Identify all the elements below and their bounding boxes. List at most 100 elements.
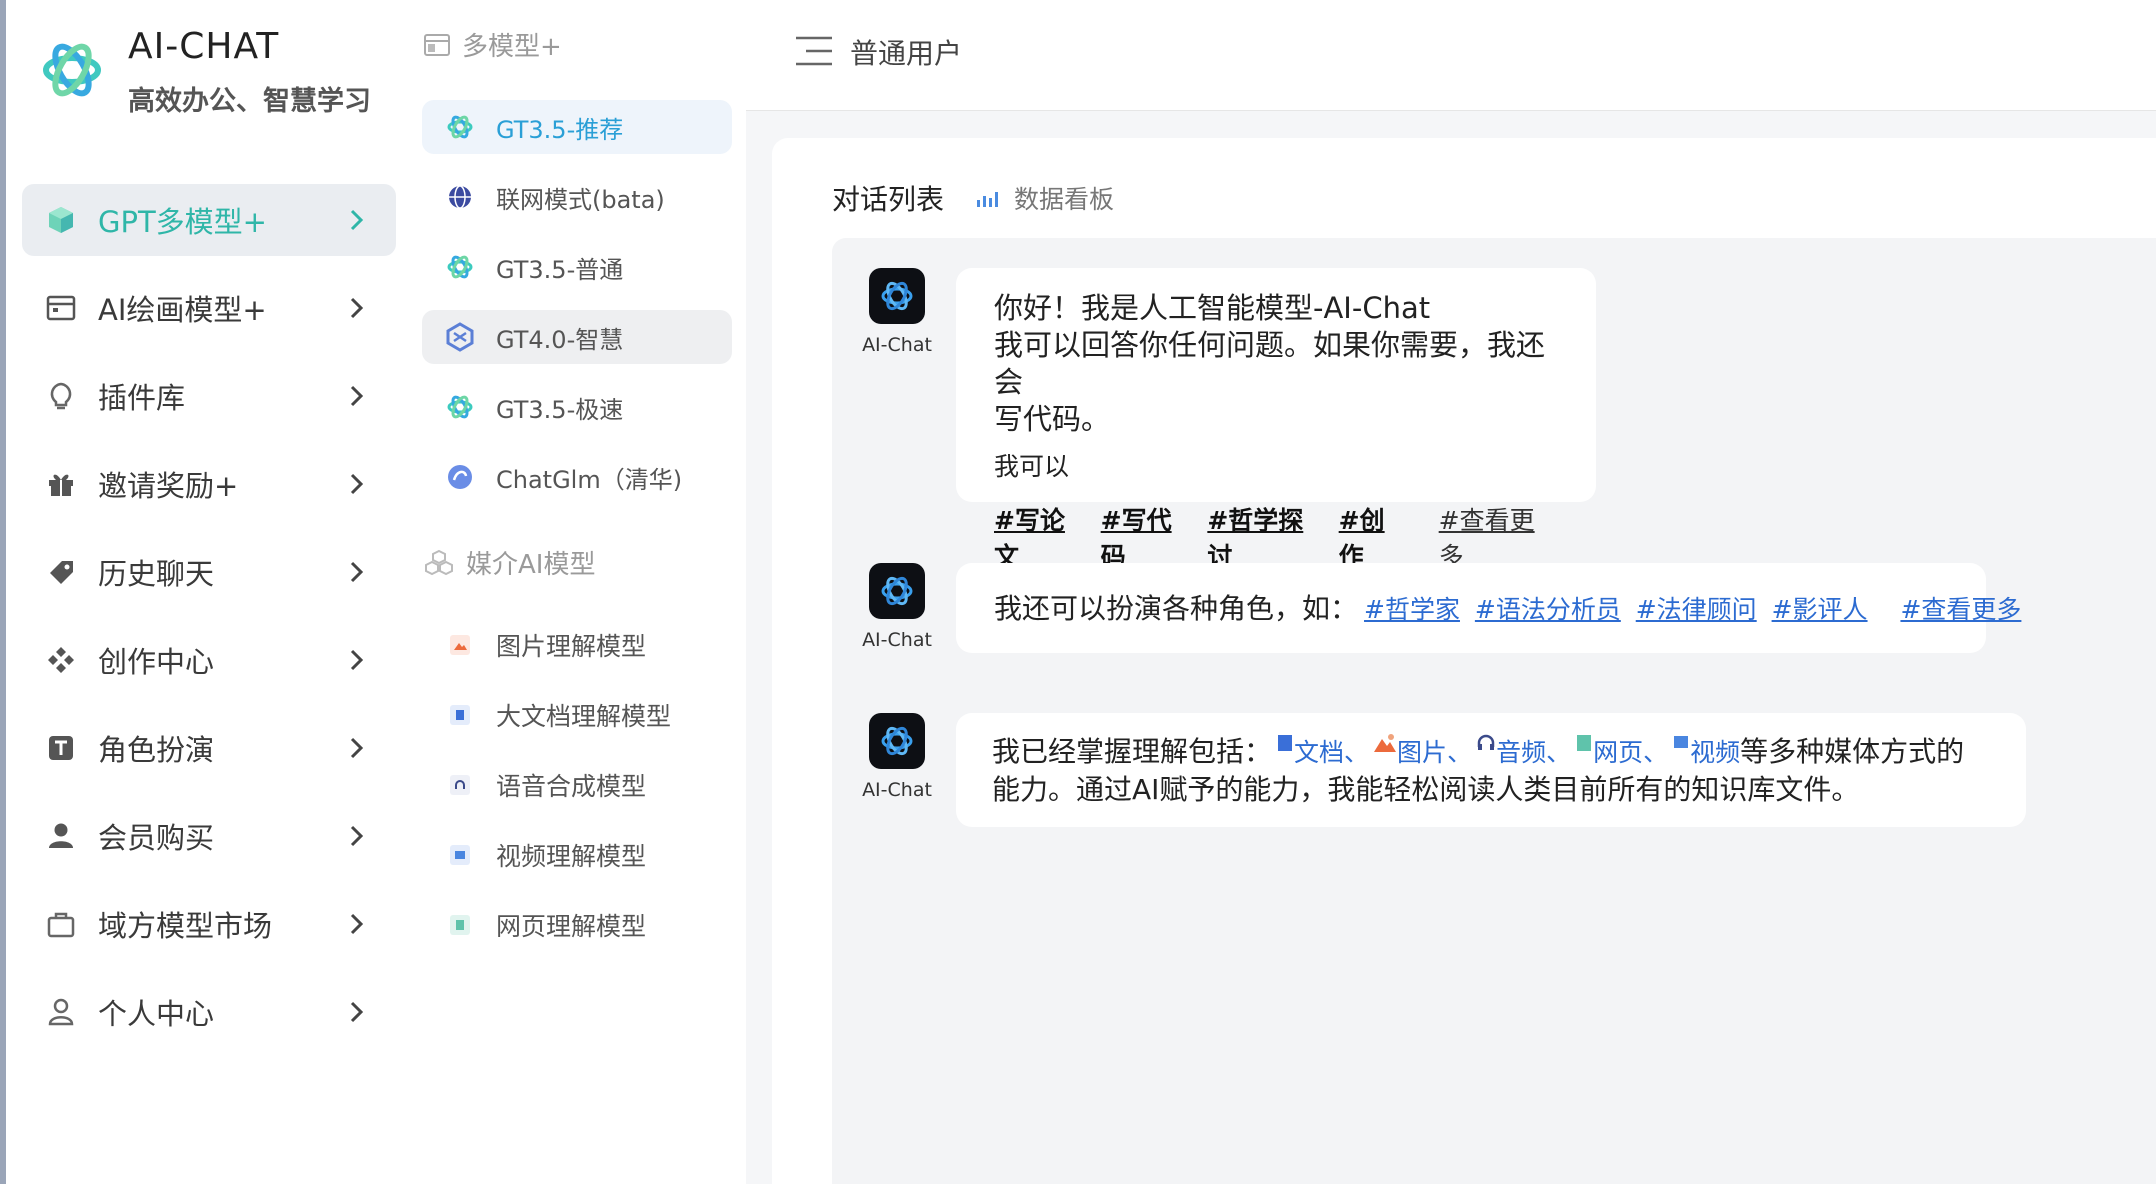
model-chatglm[interactable]: ChatGlm（清华) [422,450,732,504]
message-bubble: 我已经掌握理解包括： 文档、 图片、 音频、 网页、 视频等多种媒体方式的 能力。通过AI… [956,713,2026,827]
user-role-label: 普通用户 [850,37,963,70]
sidebar-item-creation-center[interactable]: 创作中心 [22,624,396,696]
document-icon [1278,735,1293,751]
media-type: 音频 [1496,738,1547,767]
media-image-model[interactable]: 图片理解模型 [422,618,732,672]
bot-name: AI-Chat [862,629,932,651]
sidebar-item-role-play[interactable]: 角色扮演 [22,712,396,784]
media-type: 视频 [1690,738,1741,767]
chevron-right-icon [350,209,364,231]
openai-icon [444,111,476,143]
media-video-model[interactable]: 视频理解模型 [422,828,732,882]
cube-icon [44,203,78,237]
message-bubble: 我还可以扮演各种角色，如： #哲学家 #语法分析员 #法律顾问 #影评人 #查看更… [956,563,2021,653]
sidebar-item-label: GPT多模型+ [98,205,267,239]
bot-logo-icon [869,563,925,619]
see-more-link[interactable]: #查看更多 [1900,595,2021,624]
sidebar-item-ai-painting[interactable]: AI绘画模型+ [22,272,396,344]
sidebar-item-label: AI绘画模型+ [98,293,267,327]
media-label: 语音合成模型 [496,772,647,801]
media-separator: 、 [1344,738,1370,767]
role-link[interactable]: #哲学家 [1364,595,1460,624]
chat-area: AI-Chat 你好！我是人工智能模型-AI-Chat 我可以回答你任何问题。如… [832,238,2156,1184]
bulb-icon [44,379,78,413]
media-separator: 、 [1546,738,1572,767]
sidebar-item-model-market[interactable]: 域方模型市场 [22,888,396,960]
sidebar-item-label: 域方模型市场 [98,909,273,943]
bot-avatar: AI-Chat [852,268,942,356]
user-outline-icon [44,995,78,1029]
webpage-icon [1577,735,1592,751]
tab-dashboard-label: 数据看板 [1014,185,1115,214]
media-document-model[interactable]: 大文档理解模型 [422,688,732,742]
openai-icon [444,251,476,283]
menu-icon[interactable] [794,34,834,68]
sidebar-item-label: 创作中心 [98,645,215,679]
media-intro: 我已经掌握理解包括： [992,735,1273,768]
image-icon [444,629,476,661]
sidebar-item-invite-rewards[interactable]: 邀请奖励+ [22,448,396,520]
model-panel: 多模型+ GT3.5-推荐 联网模式(bata) GT3.5-普通 GT4.0-… [402,0,746,1184]
media-label: 图片理解模型 [496,632,647,661]
calendar-icon [44,291,78,325]
message-text: 写代码。 [994,402,1111,436]
sidebar-item-label: 邀请奖励+ [98,469,239,503]
sidebar-item-label: 个人中心 [98,997,215,1031]
sidebar-item-chat-history[interactable]: 历史聊天 [22,536,396,608]
diamond-grid-icon [44,643,78,677]
top-bar: 普通用户 [746,0,2156,111]
media-type: 图片 [1397,738,1448,767]
message-text: 我已经掌握理解包括： 文档、 图片、 音频、 网页、 视频等多种媒体方式的 [992,733,2006,771]
models-group-title: 多模型+ [462,32,562,62]
chevron-right-icon [350,561,364,583]
chevron-right-icon [350,913,364,935]
sidebar-item-label: 会员购买 [98,821,215,855]
model-label: ChatGlm（清华) [496,465,683,494]
video-icon [444,839,476,871]
video-icon [1674,736,1689,748]
media-webpage-model[interactable]: 网页理解模型 [422,898,732,952]
media-label: 大文档理解模型 [496,702,672,731]
sidebar-item-gpt-models[interactable]: GPT多模型+ [22,184,396,256]
main-content: 对话列表 数据看板 AI-Chat 你好！我是人工智能模型-AI-Chat 我可… [772,138,2156,1184]
chevron-right-icon [350,649,364,671]
media-speech-model[interactable]: 语音合成模型 [422,758,732,812]
sidebar: AI-CHAT 高效办公、智慧学习 GPT多模型+ AI绘画模型+ 插件库 邀请… [6,0,402,1184]
chevron-right-icon [350,825,364,847]
media-type: 网页 [1593,738,1644,767]
media-group-title: 媒介AI模型 [466,550,596,580]
message-text: 能力。通过AI赋予的能力，我能轻松阅读人类目前所有的知识库文件。 [992,773,1860,806]
role-link[interactable]: #语法分析员 [1475,595,1621,624]
text-box-icon [44,731,78,765]
main-nav: GPT多模型+ AI绘画模型+ 插件库 邀请奖励+ 历史聊天 创作中心 角色扮演… [22,184,396,1064]
media-label: 网页理解模型 [496,912,647,941]
role-link[interactable]: #影评人 [1772,595,1868,624]
model-label: 联网模式(bata) [496,185,665,214]
tab-dashboard[interactable]: 数据看板 [976,180,1114,216]
model-web-mode[interactable]: 联网模式(bata) [422,170,732,224]
headphones-icon [1477,734,1495,750]
document-icon [444,699,476,731]
model-gt40-smart[interactable]: GT4.0-智慧 [422,310,732,364]
openai-icon [444,391,476,423]
tab-chat-list[interactable]: 对话列表 [832,178,944,218]
model-gt35-recommended[interactable]: GT3.5-推荐 [422,100,732,154]
chevron-right-icon [350,1001,364,1023]
bot-avatar: AI-Chat [852,563,942,651]
audio-icon [444,769,476,801]
sidebar-item-label: 插件库 [98,381,186,415]
sidebar-item-plugins[interactable]: 插件库 [22,360,396,432]
model-gt35-fast[interactable]: GT3.5-极速 [422,380,732,434]
tag-icon [44,555,78,589]
sidebar-item-membership[interactable]: 会员购买 [22,800,396,872]
model-label: GT4.0-智慧 [496,325,624,354]
model-gt35-normal[interactable]: GT3.5-普通 [422,240,732,294]
sidebar-item-label: 历史聊天 [98,557,215,591]
sidebar-item-personal-center[interactable]: 个人中心 [22,976,396,1048]
role-link[interactable]: #法律顾问 [1636,595,1757,624]
globe-icon [444,181,476,213]
webpage-icon [444,909,476,941]
message-text: 我可以 [994,452,1070,481]
model-label: GT3.5-极速 [496,395,624,424]
chatglm-icon [444,461,476,493]
